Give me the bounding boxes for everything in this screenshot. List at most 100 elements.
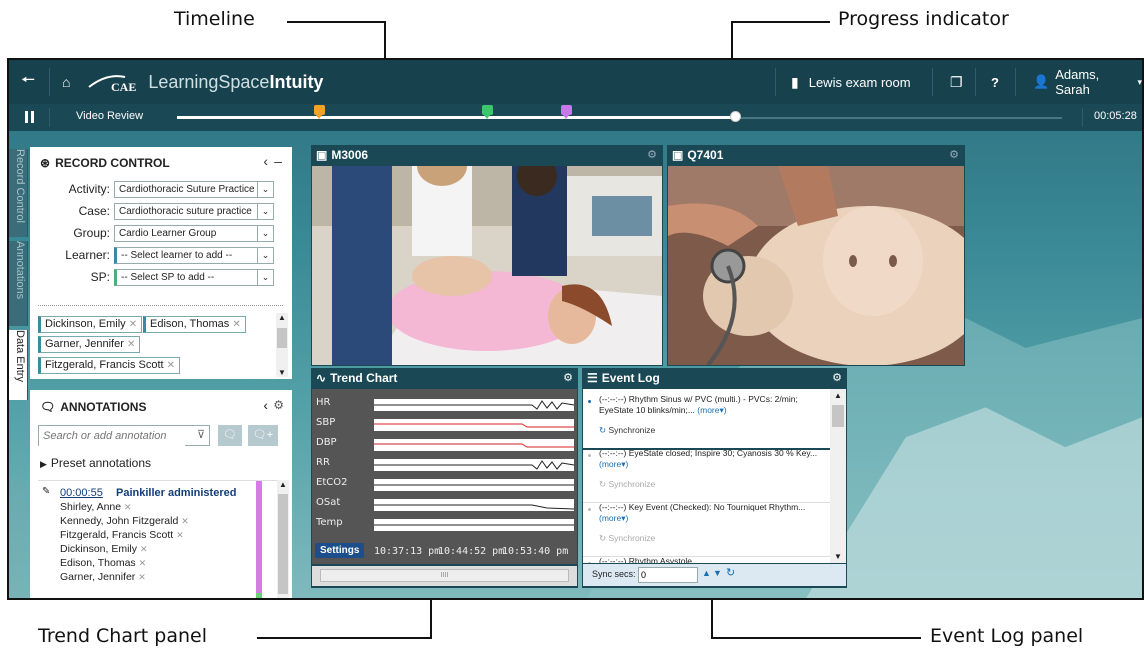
chevron-down-icon: ▾ xyxy=(1137,76,1142,87)
field-select[interactable]: -- Select learner to add -- ⌄ xyxy=(114,247,274,264)
callout-line xyxy=(257,637,431,639)
remove-icon[interactable]: ✕ xyxy=(176,530,184,540)
sync-refresh-icon[interactable]: ↻ xyxy=(726,566,735,579)
scroll-up-icon[interactable]: ▲ xyxy=(279,480,287,489)
gear-icon[interactable]: ⚙ xyxy=(273,398,284,412)
synchronize-link[interactable]: ↻ Synchronize xyxy=(599,479,655,490)
event-log-item: (--:--:--) Rhythm Sinus w/ PVC (multi.) … xyxy=(583,394,830,450)
camera-panel-q7401: ▣ Q7401 ⚙ xyxy=(667,145,965,366)
participant-chip[interactable]: Garner, Jennifer ✕ xyxy=(38,336,141,353)
annotations-scrollbar[interactable]: ▲ xyxy=(277,480,289,598)
remove-icon[interactable]: ✕ xyxy=(140,544,148,554)
field-label: Group: xyxy=(73,226,110,240)
scroll-up-icon[interactable]: ▲ xyxy=(834,391,842,400)
remove-icon[interactable]: ✕ xyxy=(232,319,240,330)
callout-eventlog: Event Log panel xyxy=(930,625,1084,647)
remove-icon[interactable]: ✕ xyxy=(129,319,137,330)
participant-chip[interactable]: Fitzgerald, Francis Scott ✕ xyxy=(38,357,181,374)
collapse-icon[interactable]: ‹ xyxy=(263,397,268,413)
camera-feed-q7401[interactable] xyxy=(668,166,964,365)
chips-scrollbar[interactable]: ▲ ▼ xyxy=(276,313,288,377)
field-select[interactable]: Cardiothoracic suture practice ⌄ xyxy=(114,203,274,220)
annotation-person: Fitzgerald, Francis Scott ✕ xyxy=(60,529,184,541)
remove-icon[interactable]: ✕ xyxy=(138,572,146,582)
callout-line xyxy=(711,594,713,639)
annotation-person: Kennedy, John Fitzgerald ✕ xyxy=(60,515,189,527)
annotation-person: Dickinson, Emily ✕ xyxy=(60,543,148,555)
camera-gear-icon[interactable]: ⚙ xyxy=(949,148,959,161)
event-log-item: (--:--:--) Rhythm Asystole xyxy=(583,556,830,563)
filter-icon[interactable]: ⊽ xyxy=(197,428,205,441)
more-link[interactable]: (more▾) xyxy=(697,405,726,415)
annotation-color-strip xyxy=(256,481,262,593)
increment-icon[interactable]: ▲ xyxy=(702,568,711,578)
tab-annotations[interactable]: Annotations xyxy=(9,241,28,326)
more-link[interactable]: (more▾) xyxy=(599,459,628,469)
annotation-marker-icon[interactable] xyxy=(561,105,573,119)
trend-gear-icon[interactable]: ⚙ xyxy=(563,371,573,384)
decrement-icon[interactable]: ▼ xyxy=(713,568,722,578)
top-bar: 🠔 ⌂ CAE LearningSpaceIntuity ▮ Lewis exa… xyxy=(9,60,1142,104)
camera-icon: ▣ xyxy=(672,148,684,162)
tab-record-control[interactable]: Record Control xyxy=(9,149,28,237)
home-icon[interactable]: ⌂ xyxy=(62,60,70,104)
camera-header: ▣ M3006 xyxy=(311,145,663,165)
field-select[interactable]: Cardio Learner Group ⌄ xyxy=(114,225,274,242)
door-icon: ▮ xyxy=(791,73,799,90)
remove-icon[interactable]: ✕ xyxy=(181,516,189,526)
back-icon[interactable]: 🠔 xyxy=(21,60,35,104)
event-log-item: (--:--:--) EyeState closed; Inspire 30; … xyxy=(583,448,830,503)
trend-time-label: 10:53:40 pm xyxy=(502,546,569,557)
annotation-entry-time[interactable]: 00:00:55 xyxy=(60,487,103,499)
remove-icon[interactable]: ✕ xyxy=(127,339,135,350)
annotation-marker-icon[interactable] xyxy=(481,105,493,119)
callout-line xyxy=(287,21,385,23)
participant-chip[interactable]: Edison, Thomas ✕ xyxy=(143,316,246,333)
annotation-search-input[interactable] xyxy=(39,426,185,446)
user-menu[interactable]: 👤 Adams, Sarah ▾ xyxy=(1033,60,1142,104)
add-annotation-plus-button[interactable]: 🗨+ xyxy=(248,425,278,446)
trend-settings-button[interactable]: Settings xyxy=(315,543,365,558)
pause-icon[interactable] xyxy=(25,111,35,123)
record-control-title: RECORD CONTROL xyxy=(55,156,170,170)
scroll-up-icon[interactable]: ▲ xyxy=(278,313,286,322)
field-select[interactable]: -- Select SP to add -- ⌄ xyxy=(114,269,274,286)
timeline-bar: Video Review 00:05:28 xyxy=(9,104,1142,131)
chevron-down-icon: ⌄ xyxy=(257,204,273,219)
camera-feed-m3006[interactable] xyxy=(312,166,662,365)
more-link[interactable]: (more▾) xyxy=(599,513,628,523)
event-text: (--:--:--) Key Event (Checked): No Tourn… xyxy=(599,502,806,512)
trend-band xyxy=(374,439,574,451)
tab-data-entry[interactable]: Data Entry xyxy=(9,330,28,400)
participant-chip[interactable]: Dickinson, Emily ✕ xyxy=(38,316,143,333)
callout-trend: Trend Chart panel xyxy=(38,625,208,647)
sync-secs-input[interactable] xyxy=(638,567,698,583)
list-icon: ☰ xyxy=(587,371,598,385)
preset-annotations-toggle[interactable]: ▶ Preset annotations xyxy=(40,456,151,470)
field-label: Activity: xyxy=(68,182,110,196)
remove-icon[interactable]: ✕ xyxy=(124,502,132,512)
add-annotation-button[interactable]: 🗨 xyxy=(218,425,242,446)
annotation-marker-icon[interactable] xyxy=(313,105,325,119)
synchronize-link[interactable]: ↻ Synchronize xyxy=(599,425,655,436)
annotations-header: 🗨 ANNOTATIONS xyxy=(40,400,146,414)
minimize-icon[interactable]: – xyxy=(274,153,282,169)
remove-icon[interactable]: ✕ xyxy=(167,360,175,371)
help-button[interactable]: ? xyxy=(991,60,999,104)
annotation-person: Edison, Thomas ✕ xyxy=(60,557,147,569)
room-selector[interactable]: ▮ Lewis exam room xyxy=(791,60,911,104)
field-select[interactable]: Cardiothoracic Suture Practice ⌄ xyxy=(114,181,274,198)
progress-indicator-handle[interactable] xyxy=(729,111,741,122)
event-log-scrollbar[interactable]: ▲ ▼ xyxy=(830,389,846,563)
collapse-icon[interactable]: ‹ xyxy=(263,153,268,169)
scroll-down-icon[interactable]: ▼ xyxy=(278,368,286,377)
annotation-entry-title: Painkiller administered xyxy=(116,487,237,499)
remove-icon[interactable]: ✕ xyxy=(139,558,147,568)
annotations-panel: 🗨 ANNOTATIONS ‹ ⚙ ⊽ 🗨 🗨+ ▶Preset annotat… xyxy=(30,390,292,598)
event-log-gear-icon[interactable]: ⚙ xyxy=(832,371,842,384)
camera-gear-icon[interactable]: ⚙ xyxy=(647,148,657,161)
windows-icon[interactable]: ❐ xyxy=(950,60,963,104)
synchronize-link[interactable]: ↻ Synchronize xyxy=(599,533,655,544)
scroll-down-icon[interactable]: ▼ xyxy=(834,552,842,561)
trend-scrollbar[interactable]: IIII xyxy=(312,566,577,586)
